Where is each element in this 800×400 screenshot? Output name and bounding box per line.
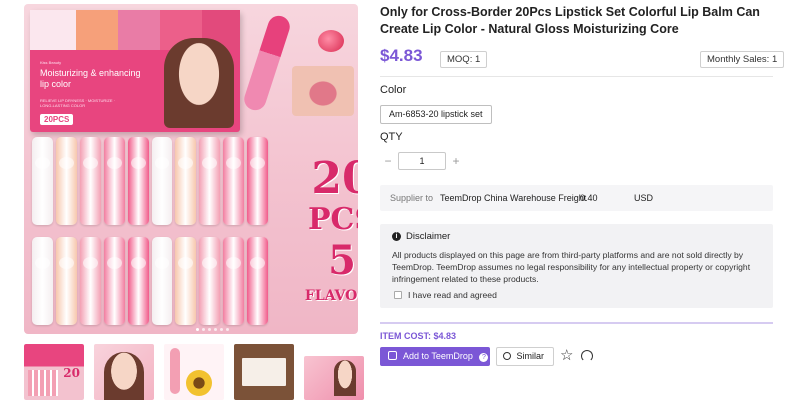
item-cost-label: ITEM COST:: [380, 331, 431, 341]
star-icon[interactable]: ☆: [560, 347, 573, 365]
tube-row-1: [32, 137, 269, 225]
thumbnail-1[interactable]: 20: [22, 342, 86, 400]
lipstick-tube: [175, 137, 197, 225]
add-button-label: Add to TeemDrop: [403, 351, 473, 361]
supplier-name[interactable]: TeemDrop China Warehouse Freight: [440, 185, 586, 211]
box-badge: 20PCS: [40, 114, 74, 125]
monthly-sales-badge: Monthly Sales: 1: [700, 51, 785, 68]
tube-row-2: [32, 237, 269, 325]
freight-amount: 0.40: [580, 193, 598, 203]
lipstick-tube: [199, 237, 221, 325]
box-fine-print: RELIEVE LIP DRYNESS · MOISTURIZE · LONG-…: [40, 98, 115, 108]
color-option-selected[interactable]: Am-6853-20 lipstick set: [380, 105, 492, 124]
carousel-dots[interactable]: [196, 328, 229, 331]
product-price: $4.83: [380, 46, 423, 65]
similar-button[interactable]: Similar: [496, 347, 554, 366]
lipstick-tube: [103, 237, 125, 325]
lipstick-tube: [103, 137, 125, 225]
lipstick-tube: [175, 237, 197, 325]
quantity-stepper: − 1 +: [380, 152, 464, 170]
lips-closeup: [292, 66, 354, 116]
thumbnail-4[interactable]: [234, 344, 294, 400]
lipstick-tube: [127, 137, 149, 225]
lipstick-tube: [199, 137, 221, 225]
lipstick-tube: [151, 237, 173, 325]
thumbnail-2[interactable]: [94, 344, 154, 400]
cart-icon: [388, 351, 397, 360]
raspberry-icon: [318, 30, 344, 52]
lipstick-tube: [32, 237, 53, 325]
item-cost: ITEM COST: $4.83: [380, 331, 456, 341]
thumb-count-text: 20: [63, 366, 80, 380]
disclaimer-panel: i Disclaimer All products displayed on t…: [380, 224, 773, 308]
add-to-teemdrop-button[interactable]: Add to TeemDrop ?: [380, 347, 490, 366]
lipstick-tube: [32, 137, 53, 225]
hero-lipstick: [241, 12, 293, 114]
box-brand: Kiss Beauty: [40, 60, 62, 65]
help-icon: ?: [479, 353, 489, 362]
minus-icon[interactable]: −: [380, 152, 396, 170]
lipstick-tube: [223, 237, 245, 325]
lipstick-tube: [55, 137, 77, 225]
shipping-row: Supplier to TeemDrop China Warehouse Fre…: [380, 185, 773, 211]
freight-currency: USD: [634, 193, 654, 203]
color-label: Color: [380, 84, 407, 96]
product-box: Kiss Beauty Moisturizing & enhancing lip…: [30, 10, 240, 132]
section-divider: [380, 322, 773, 324]
qty-label: QTY: [380, 131, 403, 143]
product-title: Only for Cross-Border 20Pcs Lipstick Set…: [380, 5, 760, 36]
quantity-input[interactable]: 1: [398, 152, 446, 170]
disclaimer-text: All products displayed on this page are …: [392, 250, 751, 284]
flavors-text: FLAVORS: [304, 288, 358, 304]
box-headline: Moisturizing & enhancing lip color: [40, 68, 141, 89]
item-cost-value: $4.83: [433, 331, 457, 341]
disclaimer-title: Disclaimer: [406, 231, 451, 242]
lipstick-tube: [79, 137, 101, 225]
lipstick-tube: [247, 237, 269, 325]
similar-button-label: Similar: [516, 351, 545, 361]
search-icon: [503, 352, 511, 360]
lipstick-tube: [55, 237, 77, 325]
supplier-label: Supplier to: [390, 193, 434, 203]
lipstick-tube: [247, 137, 269, 225]
lipstick-tube: [223, 137, 245, 225]
main-product-image[interactable]: Kiss Beauty Moisturizing & enhancing lip…: [24, 4, 358, 334]
headset-icon[interactable]: [581, 350, 593, 362]
thumbnail-strip: 20: [22, 342, 364, 400]
lipstick-tube: [127, 237, 149, 325]
moq-badge: MOQ: 1: [440, 51, 488, 68]
thumbnail-3[interactable]: [164, 344, 224, 400]
thumbnail-5[interactable]: [304, 356, 364, 400]
lipstick-tube: [79, 237, 101, 325]
count-text: 20: [311, 153, 358, 204]
agree-label[interactable]: I have read and agreed: [408, 290, 497, 300]
divider: [380, 76, 773, 77]
pcs-text: PCS: [307, 202, 358, 237]
flavor-count: 5: [328, 237, 356, 284]
model-portrait: [164, 38, 234, 128]
info-icon: i: [392, 232, 401, 241]
plus-icon[interactable]: +: [448, 152, 464, 170]
lipstick-tube: [151, 137, 173, 225]
agree-checkbox[interactable]: [394, 291, 402, 299]
